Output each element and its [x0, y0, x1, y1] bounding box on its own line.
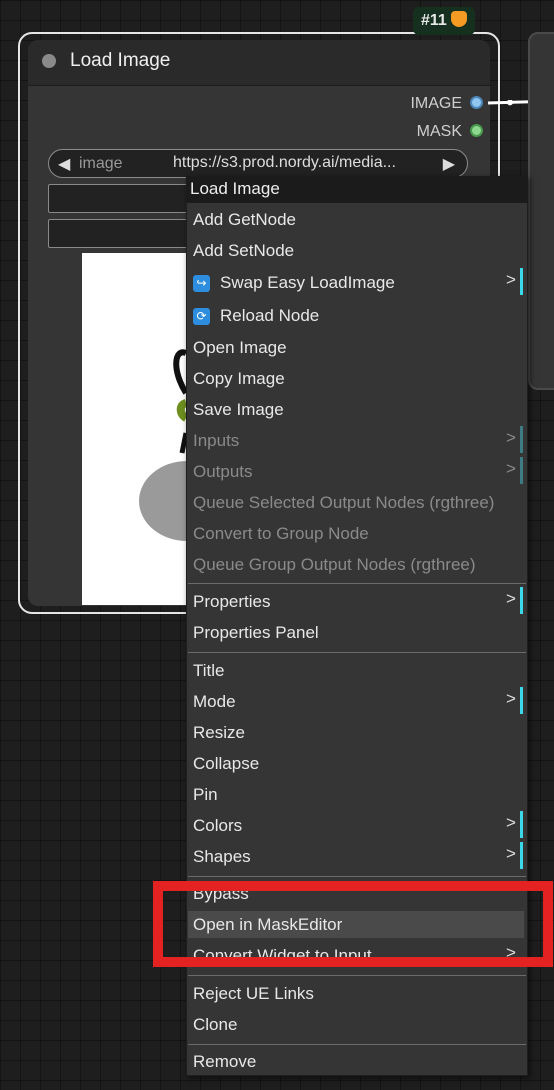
output-mask-slot[interactable]	[470, 124, 483, 137]
submenu-arrow: >	[506, 689, 516, 708]
menu-separator	[188, 876, 526, 877]
submenu-indicator	[520, 457, 523, 484]
node-title: Load Image	[70, 50, 171, 71]
image-combo-widget[interactable]: ◀ image https://s3.prod.nordy.ai/media..…	[48, 149, 468, 178]
menu-item-collapse[interactable]: Collapse	[193, 754, 259, 774]
image-preview	[82, 253, 192, 605]
menu-item-shapes[interactable]: Shapes	[193, 847, 251, 867]
menu-item-colors[interactable]: Colors	[193, 816, 242, 836]
node-id-text: #11	[421, 12, 447, 29]
submenu-indicator	[520, 268, 523, 295]
menu-separator	[188, 975, 526, 976]
upload-widget[interactable]	[48, 184, 193, 213]
submenu-arrow: >	[506, 943, 516, 962]
menu-item-pin[interactable]: Pin	[193, 785, 218, 805]
submenu-indicator	[520, 811, 523, 838]
submenu-arrow: >	[506, 589, 516, 608]
submenu-arrow: >	[506, 459, 516, 478]
secondary-widget[interactable]	[48, 219, 193, 248]
menu-item-add-setnode[interactable]: Add SetNode	[193, 241, 294, 261]
submenu-arrow: >	[506, 428, 516, 447]
menu-item-queue-selected-output-nodes: Queue Selected Output Nodes (rgthree)	[193, 493, 495, 512]
menu-item-copy-image[interactable]: Copy Image	[193, 369, 285, 389]
reload-icon: ⟳	[193, 308, 210, 325]
fox-icon	[450, 11, 467, 27]
menu-item-convert-to-group-node: Convert to Group Node	[193, 524, 369, 543]
menu-item-label: Swap Easy LoadImage	[220, 273, 395, 292]
menu-item-save-image[interactable]: Save Image	[193, 400, 284, 420]
submenu-arrow: >	[506, 270, 516, 289]
menu-item-resize[interactable]: Resize	[193, 723, 245, 743]
adjacent-node[interactable]	[528, 32, 554, 390]
submenu-indicator	[520, 687, 523, 714]
output-image-slot[interactable]	[470, 96, 483, 109]
menu-item-reject-ue-links[interactable]: Reject UE Links	[193, 984, 314, 1004]
image-widget-value: https://s3.prod.nordy.ai/media...	[173, 154, 396, 171]
menu-item-open-in-maskeditor[interactable]: Open in MaskEditor	[193, 915, 342, 935]
menu-item-title[interactable]: Title	[193, 661, 225, 681]
menu-item-outputs: Outputs	[193, 462, 253, 481]
menu-separator	[188, 652, 526, 653]
menu-separator	[188, 583, 526, 584]
menu-item-label: Reload Node	[220, 306, 320, 325]
menu-item-properties-panel[interactable]: Properties Panel	[193, 623, 319, 643]
menu-item-properties[interactable]: Properties	[193, 592, 270, 612]
submenu-arrow: >	[506, 844, 516, 863]
menu-item-open-image[interactable]: Open Image	[193, 338, 287, 358]
menu-item-reload-node[interactable]: ⟳ Reload Node	[193, 306, 319, 326]
menu-item-swap-easy-loadimage[interactable]: ↪ Swap Easy LoadImage	[193, 273, 395, 293]
node-id-badge: #11	[413, 7, 475, 35]
next-arrow-icon[interactable]: ▶	[443, 154, 455, 174]
prev-arrow-icon[interactable]: ◀	[58, 154, 70, 174]
submenu-indicator	[520, 587, 523, 614]
menu-item-clone[interactable]: Clone	[193, 1015, 237, 1035]
menu-separator	[188, 1044, 526, 1045]
context-menu-title: Load Image	[190, 179, 280, 198]
output-mask-label: MASK	[416, 123, 462, 140]
menu-item-bypass[interactable]: Bypass	[193, 884, 249, 904]
node-collapse-dot[interactable]	[42, 54, 56, 68]
submenu-arrow: >	[506, 813, 516, 832]
menu-item-add-getnode[interactable]: Add GetNode	[193, 210, 296, 230]
submenu-indicator	[520, 426, 523, 453]
menu-item-convert-widget-to-input[interactable]: Convert Widget to Input	[193, 946, 372, 966]
menu-item-inputs: Inputs	[193, 431, 240, 450]
output-image-label: IMAGE	[410, 95, 462, 112]
menu-item-remove[interactable]: Remove	[193, 1052, 256, 1072]
image-widget-label: image	[79, 155, 123, 172]
swap-icon: ↪	[193, 275, 210, 292]
menu-item-queue-group-output-nodes: Queue Group Output Nodes (rgthree)	[193, 555, 476, 574]
submenu-indicator	[520, 842, 523, 869]
menu-item-mode[interactable]: Mode	[193, 692, 236, 712]
